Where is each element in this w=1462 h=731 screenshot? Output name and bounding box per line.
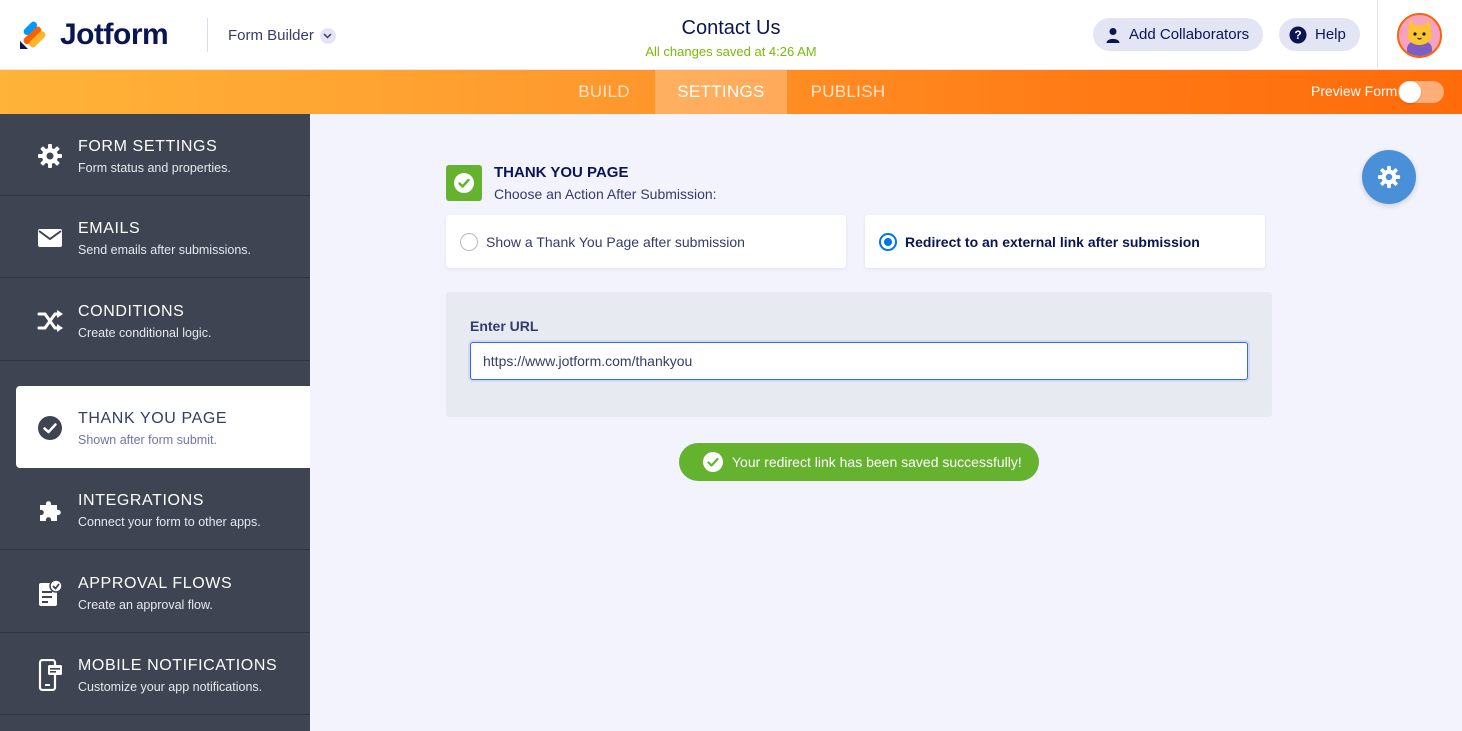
sidebar-item-conditions[interactable]: CONDITIONS Create conditional logic.: [0, 279, 310, 361]
settings-sidebar: FORM SETTINGS Form status and properties…: [0, 114, 310, 731]
preview-form-label: Preview Form: [1311, 83, 1398, 99]
sidebar-item-subtitle: Form status and properties.: [78, 161, 231, 175]
help-button[interactable]: ? Help: [1279, 18, 1360, 51]
approval-icon: [36, 579, 64, 607]
url-section: Enter URL: [446, 292, 1272, 417]
form-title-block: Contact Us All changes saved at 4:26 AM: [531, 17, 931, 59]
gear-icon: [1377, 165, 1401, 189]
radio-button-selected[interactable]: [879, 232, 897, 251]
builder-label: Form Builder: [228, 27, 314, 44]
thank-you-check-badge: [446, 165, 482, 201]
chevron-down-icon: [319, 27, 336, 44]
shuffle-icon: [36, 307, 64, 335]
logo-text: Jotform: [60, 18, 169, 51]
sidebar-item-title: CONDITIONS: [78, 303, 185, 320]
tab-settings[interactable]: SETTINGS: [655, 70, 787, 114]
form-builder-dropdown[interactable]: Form Builder: [228, 27, 336, 44]
sidebar-item-subtitle: Create an approval flow.: [78, 598, 213, 612]
form-title[interactable]: Contact Us: [531, 17, 931, 40]
avatar[interactable]: [1397, 13, 1442, 58]
envelope-icon: [36, 224, 64, 252]
avatar-divider: [1377, 0, 1378, 70]
jotform-logo[interactable]: Jotform: [18, 18, 169, 52]
toast-message: Your redirect link has been saved succes…: [732, 454, 1022, 470]
radio-button[interactable]: [460, 232, 478, 251]
sidebar-item-integrations[interactable]: INTEGRATIONS Connect your form to other …: [0, 468, 310, 550]
sidebar-item-title: INTEGRATIONS: [78, 492, 205, 509]
sidebar-item-title: THANK YOU PAGE: [78, 410, 228, 427]
url-label: Enter URL: [470, 318, 539, 334]
sidebar-item-subtitle: Customize your app notifications.: [78, 680, 263, 694]
section-subtitle: Choose an Action After Submission:: [494, 186, 717, 202]
save-status: All changes saved at 4:26 AM: [645, 44, 817, 59]
sidebar-item-subtitle: Send emails after submissions.: [78, 243, 251, 257]
help-label: Help: [1315, 26, 1346, 43]
sidebar-item-mobile-notifications[interactable]: MOBILE NOTIFICATIONS Customize your app …: [0, 633, 310, 715]
puzzle-icon: [36, 496, 64, 524]
sidebar-item-title: EMAILS: [78, 220, 141, 237]
check-circle-icon: [703, 452, 723, 472]
option-label: Show a Thank You Page after submission: [486, 233, 745, 250]
sidebar-item-subtitle: Shown after form submit.: [78, 433, 217, 447]
tab-publish[interactable]: PUBLISH: [800, 70, 896, 114]
jotform-logo-icon: [20, 21, 46, 49]
tab-build[interactable]: BUILD: [560, 70, 648, 114]
header-divider: [207, 18, 208, 52]
option-label: Redirect to an external link after submi…: [905, 233, 1200, 250]
sidebar-item-title: MOBILE NOTIFICATIONS: [78, 657, 278, 674]
question-icon: ?: [1289, 26, 1307, 43]
section-title: THANK YOU PAGE: [494, 164, 629, 181]
sidebar-item-title: APPROVAL FLOWS: [78, 575, 233, 592]
option-show-thank-you-page[interactable]: Show a Thank You Page after submission: [446, 215, 846, 268]
sidebar-item-emails[interactable]: EMAILS Send emails after submissions.: [0, 196, 310, 278]
sidebar-item-title: FORM SETTINGS: [78, 138, 218, 155]
sidebar-item-subtitle: Connect your form to other apps.: [78, 515, 261, 529]
sidebar-item-approval-flows[interactable]: APPROVAL FLOWS Create an approval flow.: [0, 551, 310, 633]
check-circle-icon: [36, 414, 64, 442]
add-collaborators-label: Add Collaborators: [1129, 26, 1250, 43]
builder-tab-bar: BUILD SETTINGS PUBLISH Preview Form: [0, 70, 1462, 114]
settings-fab-button[interactable]: [1362, 150, 1416, 204]
top-header: Jotform Form Builder Contact Us All chan…: [0, 0, 1462, 70]
user-icon: [1106, 27, 1120, 43]
add-collaborators-button[interactable]: Add Collaborators: [1093, 18, 1264, 51]
preview-form-toggle[interactable]: [1398, 81, 1444, 103]
option-redirect-external-link[interactable]: Redirect to an external link after submi…: [865, 215, 1265, 268]
sidebar-item-thank-you-page[interactable]: THANK YOU PAGE Shown after form submit.: [16, 386, 310, 468]
toggle-knob: [1399, 81, 1421, 103]
sidebar-item-subtitle: Create conditional logic.: [78, 326, 212, 340]
svg-text:?: ?: [1294, 28, 1301, 42]
cat-avatar-icon: [1399, 15, 1440, 56]
sidebar-item-form-settings[interactable]: FORM SETTINGS Form status and properties…: [0, 114, 310, 196]
url-input[interactable]: [470, 342, 1248, 380]
gear-icon: [36, 142, 64, 170]
success-toast: Your redirect link has been saved succes…: [679, 443, 1039, 481]
check-circle-icon: [454, 173, 474, 193]
mobile-icon: [36, 659, 64, 691]
